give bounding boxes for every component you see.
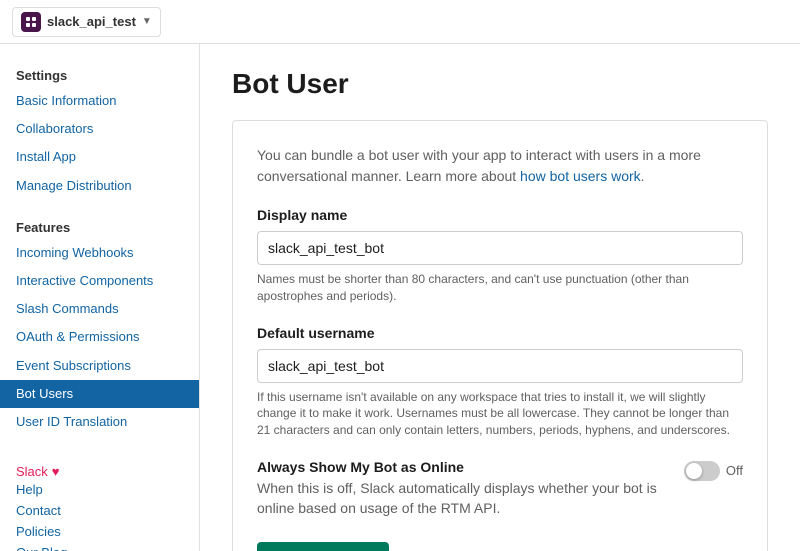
top-bar: slack_api_test ▼	[0, 0, 800, 44]
footer-policies-link[interactable]: Policies	[16, 521, 183, 542]
settings-section-title: Settings	[0, 60, 199, 87]
heart-icon: ♥	[52, 464, 60, 479]
slack-label: Slack	[16, 464, 48, 479]
display-name-input[interactable]	[257, 231, 743, 265]
sidebar-item-manage-distribution[interactable]: Manage Distribution	[0, 172, 199, 200]
main-content: Bot User You can bundle a bot user with …	[200, 44, 800, 551]
sidebar-item-incoming-webhooks[interactable]: Incoming Webhooks	[0, 239, 199, 267]
always-online-toggle[interactable]	[684, 461, 720, 481]
toggle-control[interactable]: Off	[684, 461, 743, 481]
always-online-label-group: Always Show My Bot as Online When this i…	[257, 459, 684, 518]
app-icon	[21, 12, 41, 32]
footer-help-link[interactable]: Help	[16, 479, 183, 500]
slack-footer-brand[interactable]: Slack ♥	[16, 464, 183, 479]
sidebar: Settings Basic Information Collaborators…	[0, 44, 200, 551]
footer-blog-link[interactable]: Our Blog	[16, 542, 183, 551]
sidebar-item-user-id-translation[interactable]: User ID Translation	[0, 408, 199, 436]
intro-link[interactable]: how bot users work	[520, 168, 641, 184]
page-title: Bot User	[232, 68, 768, 100]
sidebar-item-event-subscriptions[interactable]: Event Subscriptions	[0, 352, 199, 380]
footer-contact-link[interactable]: Contact	[16, 500, 183, 521]
display-name-label: Display name	[257, 207, 743, 223]
default-username-field-group: Default username If this username isn't …	[257, 325, 743, 439]
default-username-label: Default username	[257, 325, 743, 341]
app-selector[interactable]: slack_api_test ▼	[12, 7, 161, 37]
intro-paragraph: You can bundle a bot user with your app …	[257, 145, 743, 187]
display-name-hint: Names must be shorter than 80 characters…	[257, 271, 743, 305]
features-section-title: Features	[0, 212, 199, 239]
chevron-down-icon: ▼	[142, 16, 152, 27]
sidebar-item-basic-information[interactable]: Basic Information	[0, 87, 199, 115]
sidebar-item-install-app[interactable]: Install App	[0, 143, 199, 171]
always-online-desc: When this is off, Slack automatically di…	[257, 479, 668, 518]
sidebar-item-interactive-components[interactable]: Interactive Components	[0, 267, 199, 295]
default-username-input[interactable]	[257, 349, 743, 383]
display-name-field-group: Display name Names must be shorter than …	[257, 207, 743, 305]
sidebar-item-slash-commands[interactable]: Slash Commands	[0, 295, 199, 323]
add-bot-user-button[interactable]: Add Bot User	[257, 542, 389, 551]
always-online-label: Always Show My Bot as Online	[257, 459, 668, 475]
toggle-state-label: Off	[726, 463, 743, 478]
app-name: slack_api_test	[47, 14, 136, 29]
default-username-hint: If this username isn't available on any …	[257, 389, 743, 439]
sidebar-item-collaborators[interactable]: Collaborators	[0, 115, 199, 143]
sidebar-item-oauth-permissions[interactable]: OAuth & Permissions	[0, 323, 199, 351]
sidebar-item-bot-users[interactable]: Bot Users	[0, 380, 199, 408]
sidebar-footer: Slack ♥ Help Contact Policies Our Blog	[0, 452, 199, 551]
layout: Settings Basic Information Collaborators…	[0, 44, 800, 551]
sidebar-divider	[0, 200, 199, 212]
bot-user-card: You can bundle a bot user with your app …	[232, 120, 768, 551]
always-online-row: Always Show My Bot as Online When this i…	[257, 459, 743, 518]
toggle-knob	[686, 463, 702, 479]
